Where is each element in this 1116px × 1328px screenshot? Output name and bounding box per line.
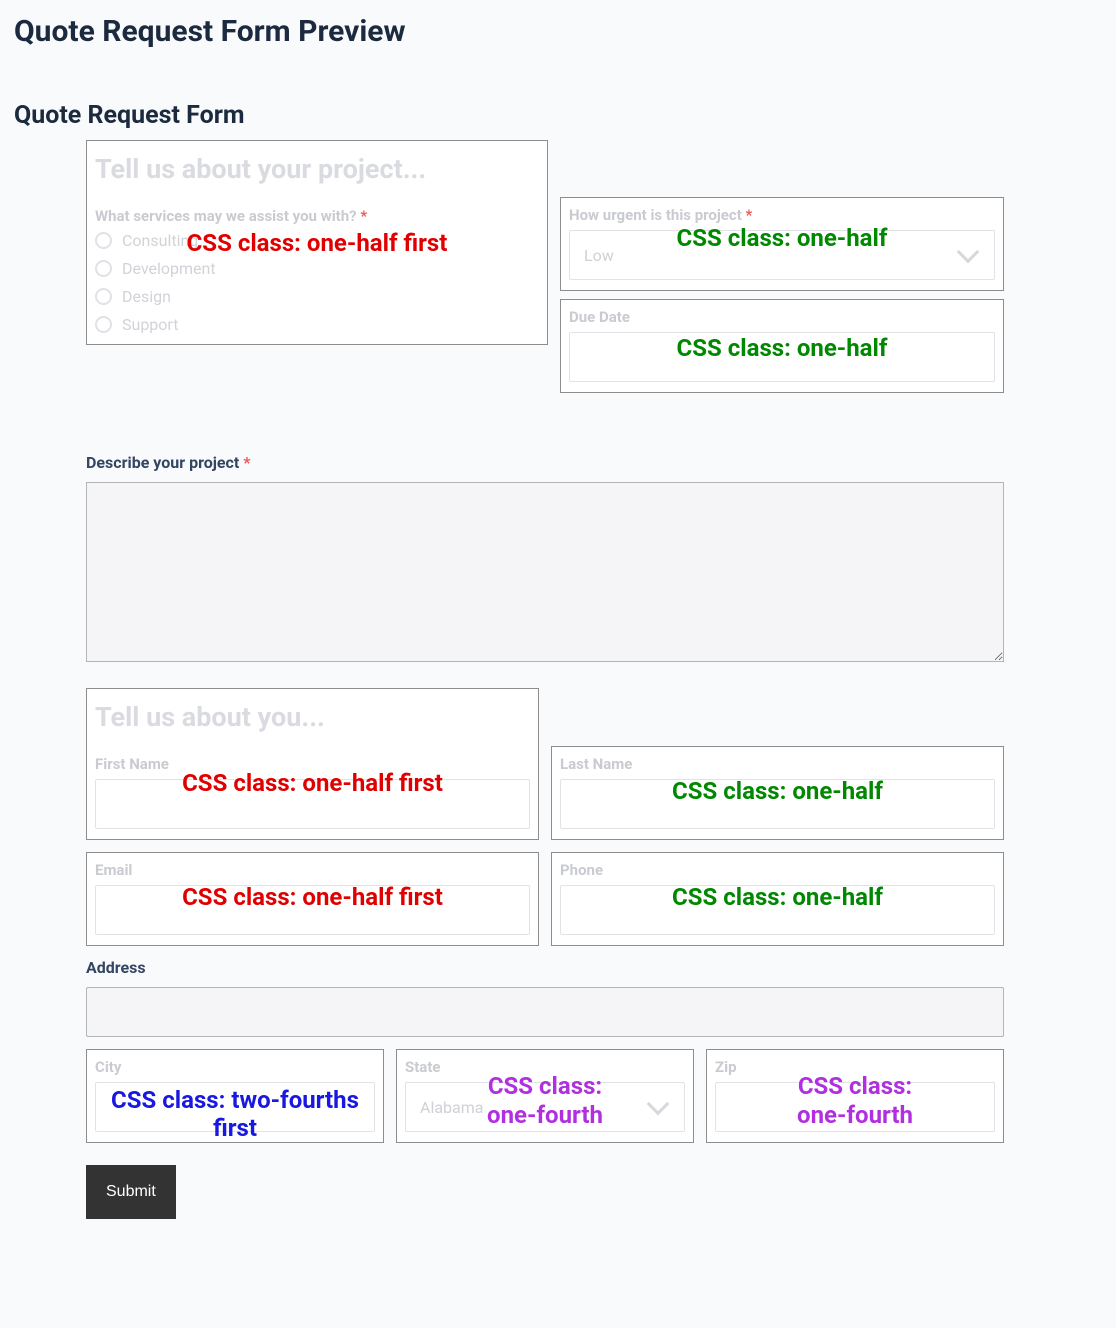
section-heading-about: Tell us about you... — [95, 701, 530, 733]
radio-label: Design — [122, 287, 171, 306]
city-box: City CSS class: two-fourths first — [86, 1049, 384, 1143]
urgency-select[interactable]: Low — [569, 230, 995, 280]
zip-label: Zip — [715, 1058, 995, 1076]
zip-input[interactable] — [715, 1082, 995, 1132]
address-input[interactable] — [86, 987, 1004, 1037]
first-name-input[interactable] — [95, 779, 530, 829]
first-name-box: Tell us about you... First Name CSS clas… — [86, 688, 539, 840]
due-date-box: Due Date CSS class: one-half — [560, 299, 1004, 393]
urgency-value: Low — [584, 246, 614, 265]
services-box: Tell us about your project... What servi… — [86, 140, 548, 345]
describe-textarea[interactable] — [86, 482, 1004, 662]
radio-option[interactable]: Consulting — [95, 231, 539, 250]
last-name-label: Last Name — [560, 755, 995, 773]
first-name-label: First Name — [95, 755, 530, 773]
radio-icon — [95, 232, 112, 249]
radio-label: Support — [122, 315, 178, 334]
chevron-down-icon — [647, 1093, 670, 1116]
page-title: Quote Request Form Preview — [14, 14, 1102, 49]
phone-box: Phone CSS class: one-half — [551, 852, 1004, 946]
radio-label: Consulting — [122, 231, 198, 250]
radio-option[interactable]: Development — [95, 259, 539, 278]
zip-box: Zip CSS class: one-fourth — [706, 1049, 1004, 1143]
state-select[interactable]: Alabama — [405, 1082, 685, 1132]
state-label: State — [405, 1058, 685, 1076]
radio-label: Development — [122, 259, 216, 278]
due-date-input[interactable] — [569, 332, 995, 382]
describe-label: Describe your project * — [86, 453, 1004, 472]
urgency-label: How urgent is this project * — [569, 206, 995, 224]
urgency-box: How urgent is this project * CSS class: … — [560, 197, 1004, 291]
email-label: Email — [95, 861, 530, 879]
radio-option[interactable]: Design — [95, 287, 539, 306]
chevron-down-icon — [957, 241, 980, 264]
last-name-input[interactable] — [560, 779, 995, 829]
state-box: State CSS class: one-fourth Alabama — [396, 1049, 694, 1143]
phone-label: Phone — [560, 861, 995, 879]
phone-input[interactable] — [560, 885, 995, 935]
last-name-box: Last Name CSS class: one-half — [551, 746, 1004, 840]
submit-button[interactable]: Submit — [86, 1165, 176, 1219]
email-box: Email CSS class: one-half first — [86, 852, 539, 946]
city-label: City — [95, 1058, 375, 1076]
form-title: Quote Request Form — [14, 101, 1102, 130]
radio-icon — [95, 260, 112, 277]
due-date-label: Due Date — [569, 308, 995, 326]
address-label: Address — [86, 958, 1004, 977]
state-value: Alabama — [420, 1098, 483, 1117]
radio-option[interactable]: Support — [95, 315, 539, 334]
radio-icon — [95, 288, 112, 305]
services-label: What services may we assist you with? * — [95, 207, 539, 225]
radio-icon — [95, 316, 112, 333]
email-input[interactable] — [95, 885, 530, 935]
city-input[interactable] — [95, 1082, 375, 1132]
section-heading-project: Tell us about your project... — [95, 153, 539, 185]
